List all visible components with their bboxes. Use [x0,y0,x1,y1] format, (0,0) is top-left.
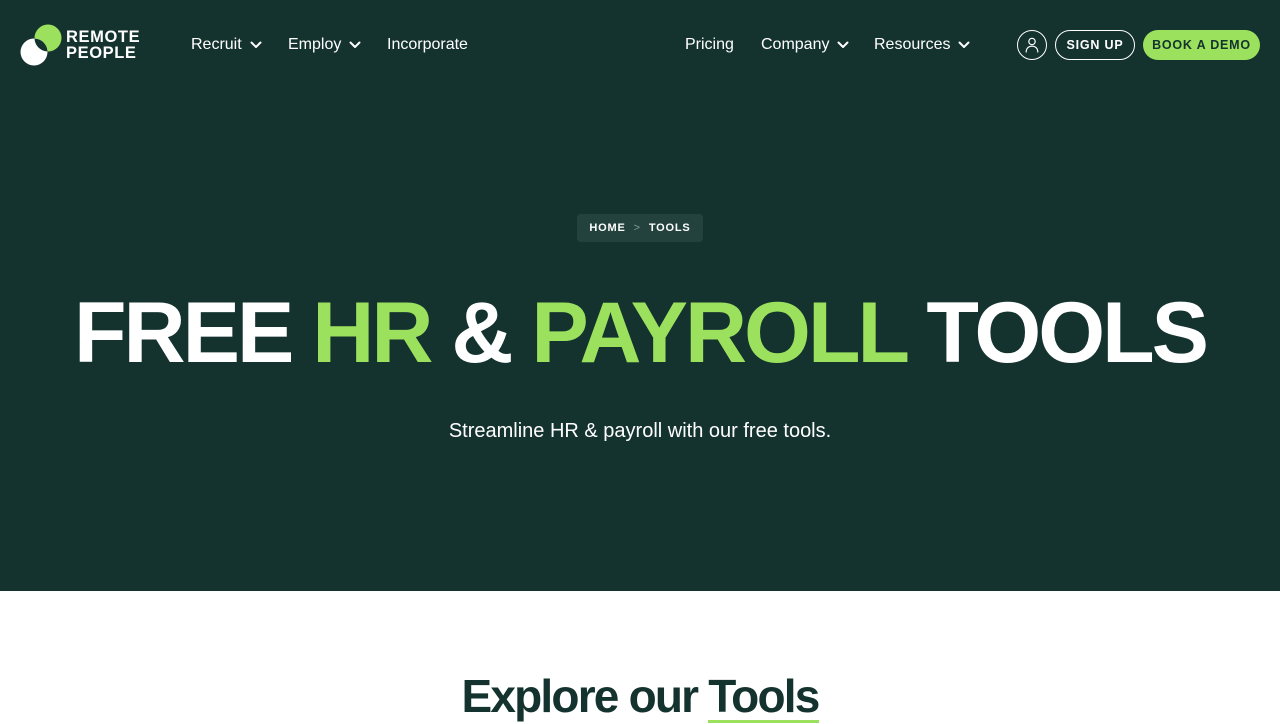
title-word-hr: HR [312,285,433,381]
chevron-down-icon [250,41,262,48]
nav-resources[interactable]: Resources [874,34,970,56]
chevron-down-icon [837,41,849,48]
title-word-ampersand: & [451,285,513,381]
section-title-text: Explore our [461,670,699,722]
title-word-payroll: PAYROLL [531,285,908,381]
hero-subheading: Streamline HR & payroll with our free to… [448,420,832,442]
logo-mark-icon [20,24,62,66]
nav-company[interactable]: Company [761,34,849,56]
logo-line-2: PEOPLE [66,44,137,62]
hero-section: REMOTE PEOPLE Recruit Employ Incorporate… [0,0,1280,591]
page-title: FREE HR & PAYROLL TOOLS [0,283,1280,383]
title-word-free: FREE [73,285,294,381]
nav-pricing[interactable]: Pricing [685,34,734,56]
nav-pricing-label: Pricing [685,36,734,53]
section-title-highlight: Tools [708,670,820,723]
nav-employ[interactable]: Employ [288,34,361,56]
section-title: Explore our Tools [0,668,1280,724]
nav-incorporate-label: Incorporate [387,36,468,53]
book-demo-button[interactable]: BOOK A DEMO [1143,30,1260,60]
nav-employ-label: Employ [288,36,342,53]
breadcrumb-home-link[interactable]: HOME [589,222,625,234]
breadcrumb: HOME > TOOLS [577,214,703,242]
logo-wordmark: REMOTE PEOPLE [66,28,141,62]
nav-recruit-label: Recruit [191,36,242,53]
nav-resources-label: Resources [874,36,951,53]
chevron-down-icon [958,41,970,48]
nav-company-label: Company [761,36,830,53]
title-word-tools: TOOLS [926,285,1209,381]
account-button[interactable] [1017,30,1047,60]
nav-incorporate[interactable]: Incorporate [387,34,468,56]
breadcrumb-current: TOOLS [648,222,691,234]
logo[interactable]: REMOTE PEOPLE [20,24,150,66]
user-icon [1025,37,1039,53]
logo-line-1: REMOTE [66,28,141,46]
nav-recruit[interactable]: Recruit [191,34,262,56]
chevron-down-icon [349,41,361,48]
sign-up-button[interactable]: SIGN UP [1055,30,1135,60]
breadcrumb-separator: > [633,222,641,234]
